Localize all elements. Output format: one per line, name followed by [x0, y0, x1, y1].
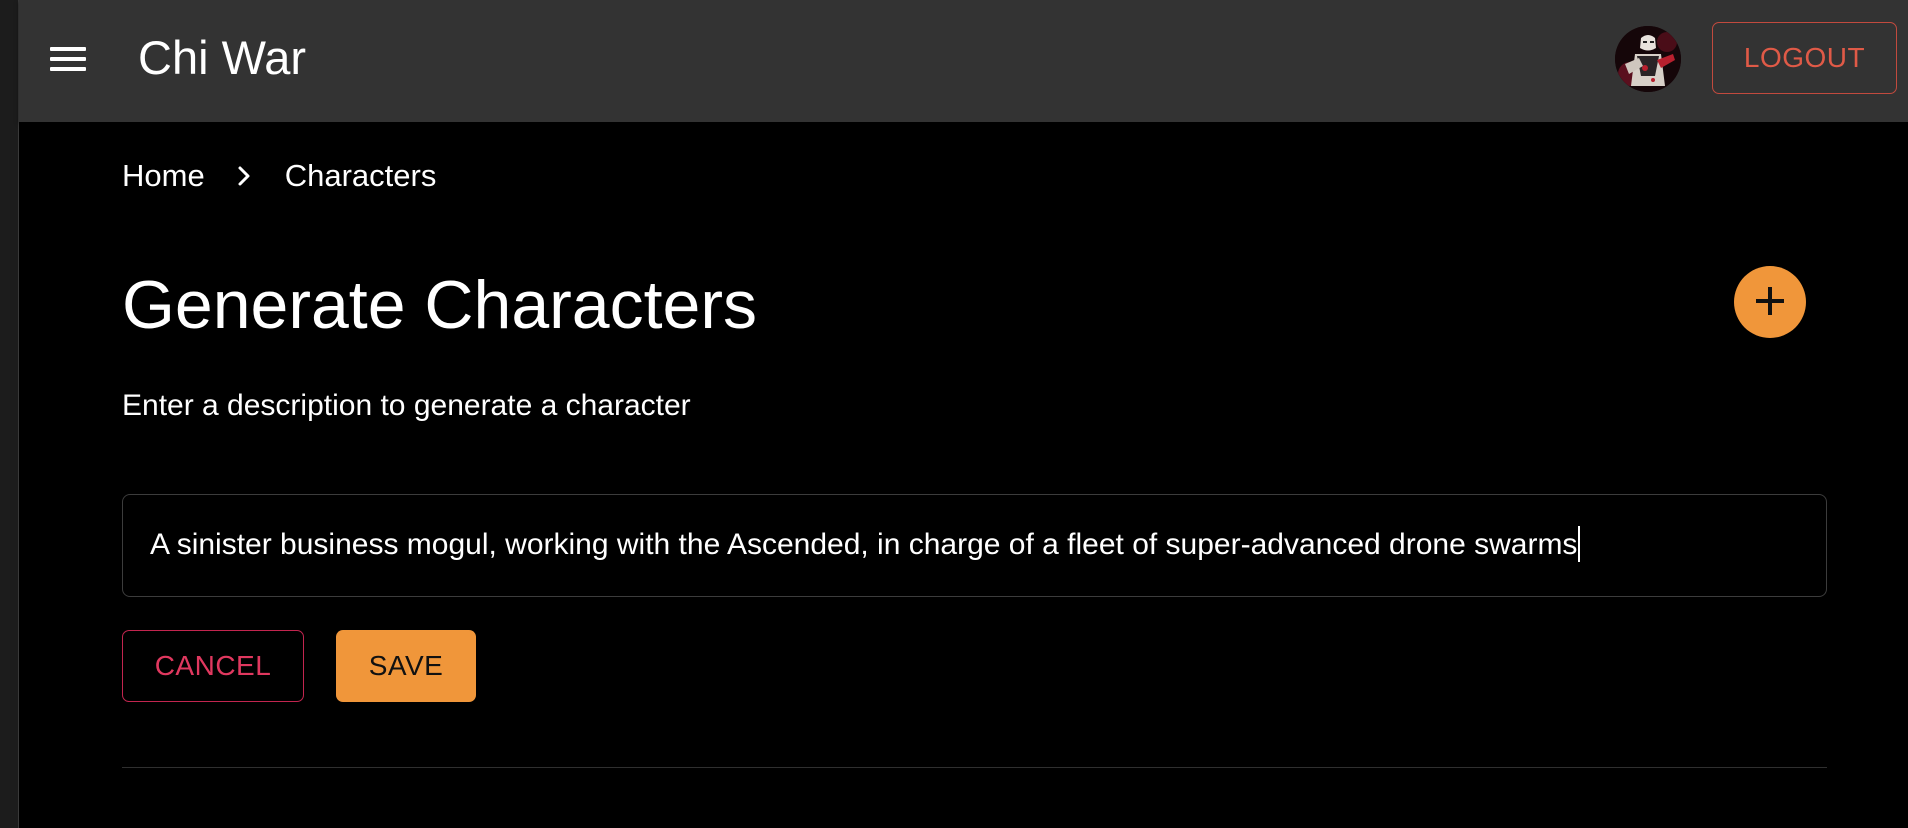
user-avatar[interactable]	[1615, 26, 1681, 92]
cancel-button[interactable]: CANCEL	[122, 630, 304, 702]
page-title: Generate Characters	[122, 267, 757, 343]
add-character-button[interactable]	[1734, 266, 1806, 338]
section-divider	[122, 767, 1827, 768]
description-input[interactable]: A sinister business mogul, working with …	[150, 495, 1800, 595]
description-field[interactable]: A sinister business mogul, working with …	[122, 494, 1827, 597]
save-button[interactable]: SAVE	[336, 630, 476, 702]
left-edge-border	[0, 0, 19, 828]
breadcrumb: Home Characters	[122, 156, 436, 196]
hamburger-menu-icon[interactable]	[47, 41, 87, 81]
description-text: A sinister business mogul, working with …	[150, 528, 1578, 561]
breadcrumb-home-link[interactable]: Home	[122, 156, 205, 196]
plus-icon	[1752, 283, 1788, 322]
text-cursor	[1578, 526, 1581, 563]
breadcrumb-characters-link[interactable]: Characters	[285, 156, 437, 196]
chevron-right-icon	[227, 156, 261, 196]
app-bar: Chi War LOGOUT	[19, 0, 1908, 122]
logout-button[interactable]: LOGOUT	[1712, 22, 1897, 94]
app-title: Chi War	[138, 31, 306, 84]
page-subtitle: Enter a description to generate a charac…	[122, 389, 691, 422]
